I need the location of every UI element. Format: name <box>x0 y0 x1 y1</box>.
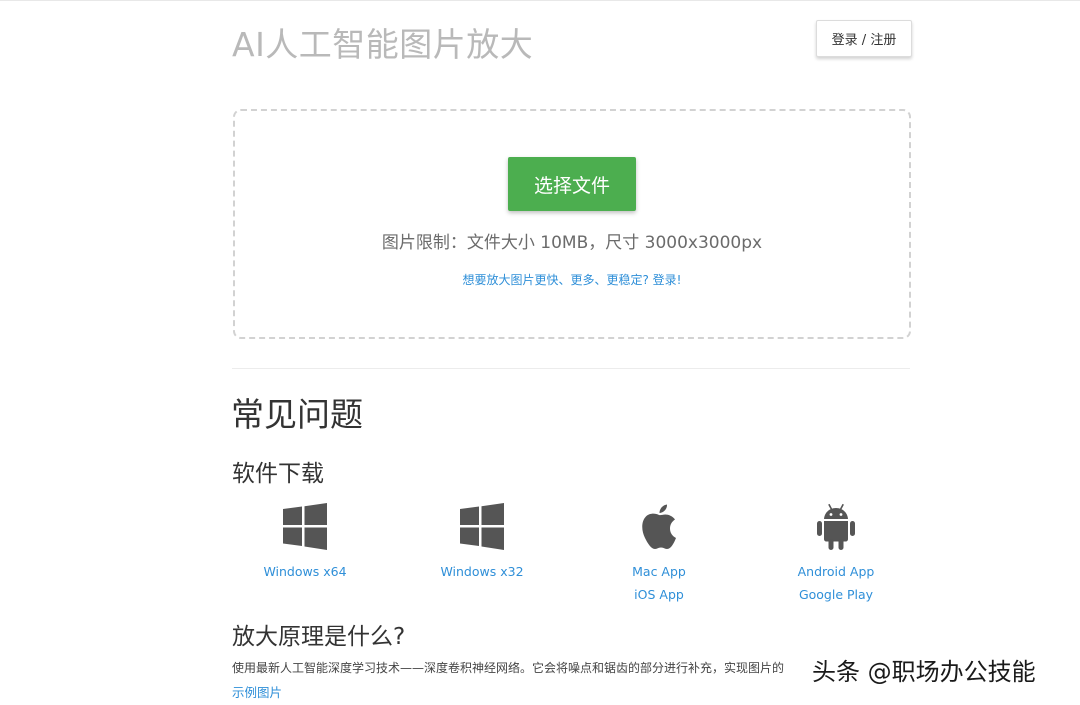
download-apple: Mac App iOS App <box>579 502 739 602</box>
android-icon <box>817 503 855 550</box>
android-app-link[interactable]: Android App <box>756 565 916 579</box>
download-windows-x64: Windows x64 <box>225 502 385 579</box>
example-image-link[interactable]: 示例图片 <box>232 682 282 701</box>
faq-heading: 常见问题 <box>231 395 363 434</box>
windows-x64-link[interactable]: Windows x64 <box>225 565 385 579</box>
windows-icon <box>460 503 504 550</box>
choose-file-button[interactable]: 选择文件 <box>508 157 636 211</box>
login-upsell-link[interactable]: 想要放大图片更快、更多、更稳定? 登录! <box>235 271 909 288</box>
download-android: Android App Google Play <box>756 502 916 602</box>
site-title: AI人工智能图片放大 <box>232 25 534 64</box>
mac-app-link[interactable]: Mac App <box>579 565 739 579</box>
windows-x32-link[interactable]: Windows x32 <box>402 565 562 579</box>
apple-icon <box>642 504 676 549</box>
download-heading: 软件下载 <box>232 461 324 487</box>
principle-heading: 放大原理是什么? <box>232 624 406 650</box>
section-divider <box>232 368 910 369</box>
download-windows-x32: Windows x32 <box>402 502 562 579</box>
upload-drop-zone[interactable]: 选择文件 图片限制：文件大小 10MB，尺寸 3000x3000px 想要放大图… <box>233 109 911 339</box>
watermark-text: 头条 @职场办公技能 <box>808 652 1040 687</box>
page: AI人工智能图片放大 登录 / 注册 选择文件 图片限制：文件大小 10MB，尺… <box>0 0 1080 705</box>
principle-text: 使用最新人工智能深度学习技术——深度卷积神经网络。它会将噪点和锯齿的部分进行补充… <box>232 661 785 675</box>
image-limit-text: 图片限制：文件大小 10MB，尺寸 3000x3000px <box>381 233 763 253</box>
google-play-link[interactable]: Google Play <box>756 588 916 602</box>
windows-icon <box>283 503 327 550</box>
ios-app-link[interactable]: iOS App <box>579 588 739 602</box>
login-register-button[interactable]: 登录 / 注册 <box>816 20 912 57</box>
